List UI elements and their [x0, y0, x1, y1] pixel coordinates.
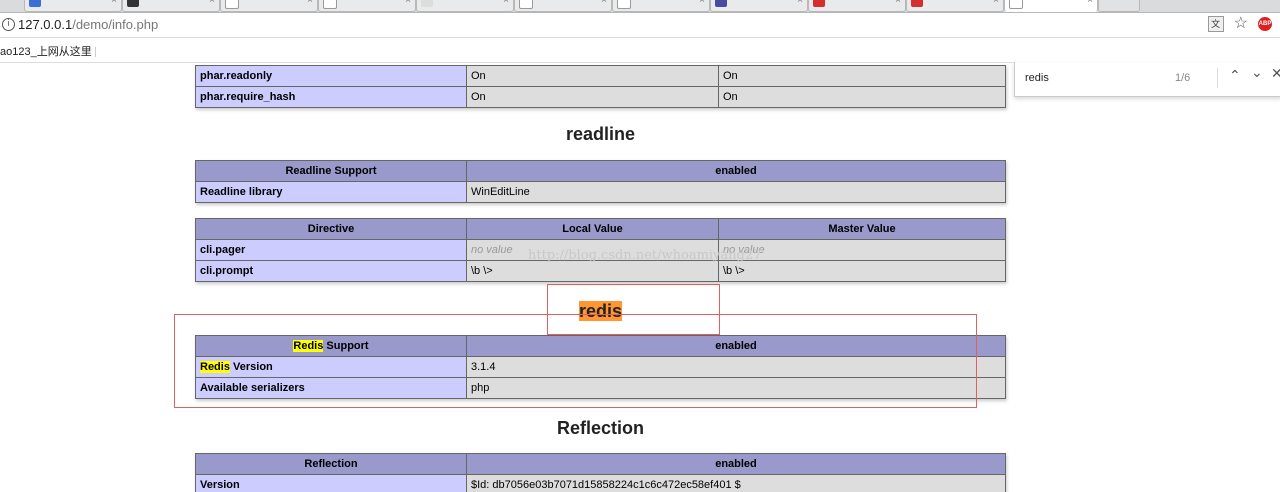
column-header: Master Value [718, 218, 1006, 240]
directive-name: cli.prompt [195, 260, 467, 282]
github-icon [127, 0, 139, 7]
chevron-down-icon[interactable]: ⌄ [1251, 65, 1263, 81]
tab-strip: × × × × × × × × × × × [0, 0, 1280, 13]
browser-tab[interactable]: × [514, 0, 612, 12]
directive-name: cli.pager [195, 239, 467, 261]
browser-tab[interactable]: × [122, 0, 220, 12]
close-icon[interactable]: × [405, 0, 411, 6]
browser-tab[interactable]: × [710, 0, 808, 12]
browser-tab[interactable]: × [906, 0, 1004, 12]
local-value: On [466, 86, 719, 108]
browser-tab[interactable]: × [318, 0, 416, 12]
page-icon [225, 0, 239, 9]
page-icon [1009, 0, 1023, 9]
browser-tab[interactable]: × [416, 0, 514, 12]
chevron-up-icon[interactable]: ⌃ [1229, 68, 1241, 84]
no-value-text: no value [471, 244, 513, 256]
table-row: Readline library WinEditLine [195, 181, 1006, 203]
close-icon[interactable]: × [601, 0, 607, 6]
page-icon [715, 0, 727, 7]
page-icon [617, 0, 631, 9]
divider [1217, 68, 1218, 88]
master-value: \b \> [718, 260, 1006, 282]
directive-value: $Id: db7056e03b7071d15858224c1c6c472ec58… [466, 474, 1006, 492]
table-row: Version $Id: db7056e03b7071d15858224c1c6… [195, 474, 1006, 492]
directive-name: phar.require_hash [195, 86, 467, 108]
close-icon[interactable]: × [895, 0, 901, 6]
annotation-box-table [174, 314, 977, 408]
directive-name: Version [195, 474, 467, 492]
address-bar-actions: 文 ☆ ABP [1207, 16, 1272, 32]
master-value: no value [718, 239, 1006, 261]
browser-tab[interactable]: × [612, 0, 710, 12]
directive-name: phar.readonly [195, 65, 467, 87]
column-header: Directive [195, 218, 467, 240]
bookmark-item[interactable]: ao123_上网从这里 [0, 43, 102, 59]
table-header-row: Directive Local Value Master Value [195, 218, 1006, 240]
find-input[interactable]: redis [1025, 72, 1049, 84]
url-path: /demo/info.php [72, 17, 159, 32]
close-icon[interactable]: × [503, 0, 509, 6]
new-tab-button[interactable] [1098, 0, 1140, 12]
browser-tab[interactable]: × [24, 0, 122, 12]
bookmarks-bar: ao123_上网从这里 [0, 38, 1280, 63]
bookmark-folder-icon [94, 47, 102, 58]
page-icon [323, 0, 337, 9]
csdn-icon [911, 0, 923, 7]
master-value: On [718, 65, 1006, 87]
info-icon[interactable]: i [2, 18, 15, 31]
close-icon[interactable]: × [209, 0, 215, 6]
find-match-count: 1/6 [1175, 72, 1191, 84]
column-header: Readline Support [195, 160, 467, 182]
browser-tab[interactable]: × [220, 0, 318, 12]
adblock-plus-icon[interactable]: ABP [1258, 17, 1272, 31]
page-content: phar.readonly On On phar.require_hash On… [0, 63, 1280, 492]
close-icon[interactable]: × [699, 0, 705, 6]
local-value: \b \> [466, 260, 719, 282]
address-bar[interactable]: i 127.0.0.1/demo/info.php 文 ☆ ABP [0, 13, 1280, 38]
close-icon[interactable]: × [1087, 0, 1093, 6]
close-icon[interactable]: × [993, 0, 999, 6]
url-text[interactable]: 127.0.0.1/demo/info.php [18, 17, 158, 32]
section-title-reflection[interactable]: Reflection [195, 418, 1006, 439]
local-value: On [466, 65, 719, 87]
watermark: http://blog.csdn.net/whoamiyang27 [528, 248, 762, 263]
phar-table: phar.readonly On On phar.require_hash On… [195, 65, 1006, 108]
csdn-icon [813, 0, 825, 7]
section-title-readline[interactable]: readline [195, 124, 1006, 145]
column-header: enabled [466, 160, 1006, 182]
find-bar: redis 1/6 ⌃ ⌄ ✕ [1014, 62, 1280, 97]
page-icon [29, 0, 41, 7]
table-row: phar.require_hash On On [195, 86, 1006, 108]
bookmark-label: ao123_上网从这里 [0, 46, 92, 58]
close-icon[interactable]: ✕ [1271, 66, 1280, 82]
table-header-row: Reflection enabled [195, 453, 1006, 475]
table-row: cli.prompt \b \> \b \> [195, 260, 1006, 282]
page-icon [421, 0, 433, 7]
reflection-table: Reflection enabled Version $Id: db7056e0… [195, 453, 1006, 492]
close-icon[interactable]: × [797, 0, 803, 6]
column-header: Local Value [466, 218, 719, 240]
url-host: 127.0.0.1 [18, 17, 73, 32]
directive-value: WinEditLine [466, 181, 1006, 203]
directive-name: Readline library [195, 181, 467, 203]
master-value: On [718, 86, 1006, 108]
browser-tab[interactable]: × [808, 0, 906, 12]
close-icon[interactable]: × [307, 0, 313, 6]
table-header-row: Readline Support enabled [195, 160, 1006, 182]
translate-icon[interactable]: 文 [1207, 16, 1224, 32]
browser-tab-active[interactable]: × [1004, 0, 1098, 12]
star-icon[interactable]: ☆ [1234, 16, 1248, 32]
column-header: enabled [466, 453, 1006, 475]
readline-support-table: Readline Support enabled Readline librar… [195, 160, 1006, 203]
table-row: phar.readonly On On [195, 65, 1006, 87]
column-header: Reflection [195, 453, 467, 475]
close-icon[interactable]: × [111, 0, 117, 6]
page-icon [519, 0, 533, 9]
